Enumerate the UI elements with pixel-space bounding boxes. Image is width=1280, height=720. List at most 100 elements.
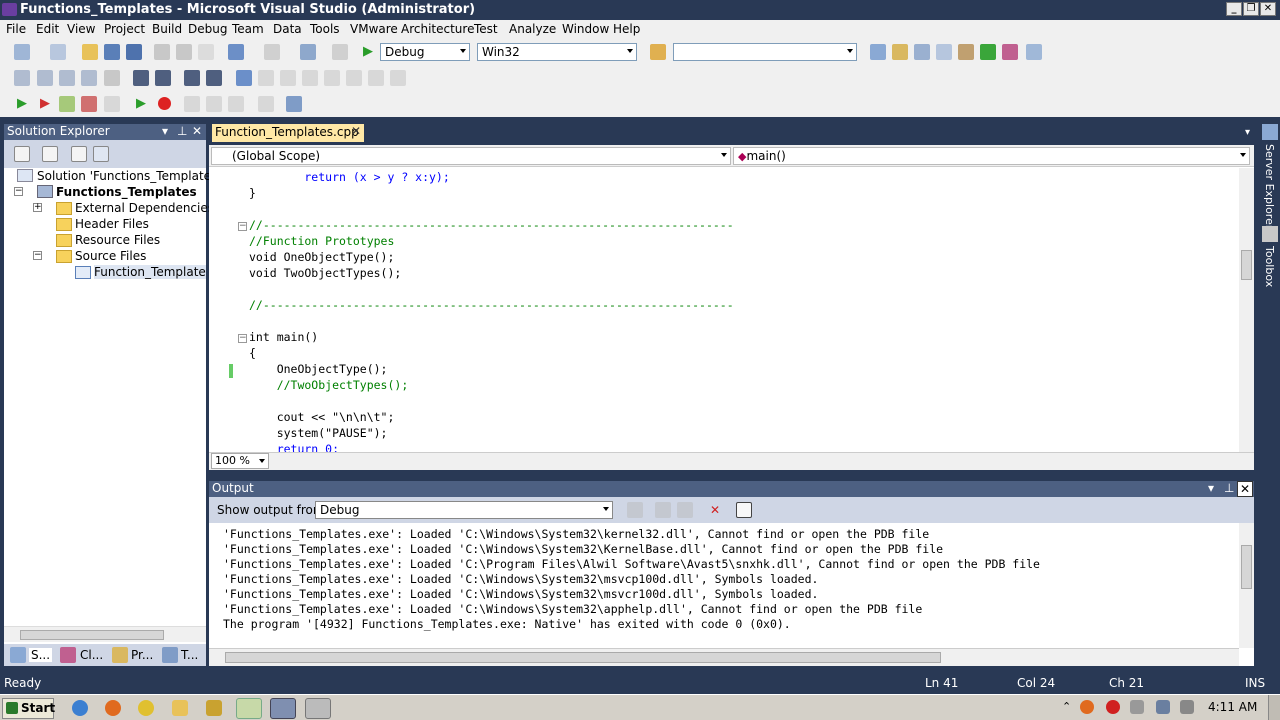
scrollbar-thumb[interactable]	[225, 652, 941, 663]
next-bookmark-icon[interactable]	[280, 70, 296, 86]
close-tab-icon[interactable]: ✕	[351, 124, 361, 138]
increase-indent-icon[interactable]	[155, 70, 171, 86]
auto-hide-pin-icon[interactable]: ⊥	[177, 124, 187, 138]
quick-info-icon[interactable]	[59, 70, 75, 86]
cut-icon[interactable]	[154, 44, 170, 60]
tray-avast-icon[interactable]	[1080, 700, 1094, 714]
menu-test[interactable]: Test	[474, 22, 498, 36]
tray-app-icon[interactable]	[1130, 700, 1144, 714]
breakpoint-icon[interactable]	[158, 97, 171, 110]
editor-vertical-scrollbar[interactable]	[1239, 168, 1254, 452]
complete-word-icon[interactable]	[104, 70, 120, 86]
save-icon[interactable]	[104, 44, 120, 60]
undo-icon[interactable]	[228, 44, 244, 60]
menu-vmware[interactable]: VMware	[350, 22, 398, 36]
hex-display-icon[interactable]	[258, 96, 274, 112]
firefox-icon[interactable]	[105, 700, 121, 716]
class-diagram-icon[interactable]	[93, 146, 109, 162]
open-file-icon[interactable]	[82, 44, 98, 60]
object-browser-icon[interactable]	[914, 44, 930, 60]
outline-toggle[interactable]: −	[238, 222, 247, 231]
taskbar-app-button[interactable]	[305, 698, 331, 719]
solution-explorer-icon[interactable]	[870, 44, 886, 60]
window-position-icon[interactable]: ▾	[162, 124, 168, 138]
tab-class-view[interactable]: Cl...	[80, 648, 103, 662]
properties-icon[interactable]	[14, 146, 30, 162]
volume-icon[interactable]	[1180, 700, 1194, 714]
uncomment-lines-icon[interactable]	[206, 70, 222, 86]
add-item-icon[interactable]	[50, 44, 66, 60]
auto-hide-pin-icon[interactable]: ⊥	[1224, 481, 1234, 495]
continue-icon[interactable]: ▶	[133, 96, 149, 112]
app-icon[interactable]	[206, 700, 222, 716]
scrollbar-thumb[interactable]	[1241, 250, 1252, 280]
class-view-icon[interactable]	[1002, 44, 1018, 60]
breakpoints-window-icon[interactable]	[286, 96, 302, 112]
command-window-icon[interactable]	[1026, 44, 1042, 60]
copy-icon[interactable]	[176, 44, 192, 60]
menu-debug[interactable]: Debug	[188, 22, 227, 36]
scrollbar-thumb[interactable]	[1241, 545, 1252, 589]
start-debugging-icon[interactable]: ▶	[360, 44, 376, 60]
tray-expand-icon[interactable]: ⌃	[1062, 700, 1071, 713]
menu-window[interactable]: Window	[562, 22, 609, 36]
close-window-button[interactable]: ✕	[1260, 2, 1276, 16]
close-panel-icon[interactable]: ✕	[192, 124, 202, 138]
collapse-source-files-toggle[interactable]: −	[33, 251, 42, 260]
display-object-member-list-icon[interactable]	[14, 70, 30, 86]
tree-header-files[interactable]: Header Files	[75, 217, 149, 231]
show-all-files-icon[interactable]	[42, 146, 58, 162]
menu-data[interactable]: Data	[273, 22, 302, 36]
tree-resource-files[interactable]: Resource Files	[75, 233, 160, 247]
active-files-dropdown-icon[interactable]: ▾	[1245, 127, 1250, 138]
menu-tools[interactable]: Tools	[310, 22, 340, 36]
start-icon[interactable]: ▶	[14, 96, 30, 112]
tab-toolbox[interactable]: Toolbox	[1263, 246, 1276, 287]
tray-app-icon[interactable]	[1106, 700, 1120, 714]
start-page-icon[interactable]	[980, 44, 996, 60]
code-area[interactable]: − − return (x > y ? x:y); } //----------…	[209, 168, 1239, 452]
step-into-icon[interactable]	[184, 96, 200, 112]
save-all-icon[interactable]	[126, 44, 142, 60]
decrease-indent-icon[interactable]	[133, 70, 149, 86]
new-project-icon[interactable]	[14, 44, 30, 60]
tree-project[interactable]: Functions_Templates	[56, 185, 197, 199]
minimize-button[interactable]: _	[1226, 2, 1242, 16]
menu-edit[interactable]: Edit	[36, 22, 59, 36]
menu-architecture[interactable]: Architecture	[401, 22, 474, 36]
zoom-dropdown[interactable]: 100 %	[211, 453, 269, 469]
attach-process-icon[interactable]	[59, 96, 75, 112]
menu-file[interactable]: File	[6, 22, 26, 36]
expand-external-dependencies-toggle[interactable]: +	[33, 203, 42, 212]
solution-config-dropdown[interactable]: Debug	[380, 43, 470, 61]
taskbar-app-button[interactable]	[236, 698, 262, 719]
horizontal-scrollbar[interactable]	[4, 626, 206, 642]
chrome-icon[interactable]	[138, 700, 154, 716]
refresh-icon[interactable]	[71, 146, 87, 162]
parameter-info-icon[interactable]	[37, 70, 53, 86]
window-position-icon[interactable]: ▾	[1208, 481, 1214, 495]
start-button[interactable]: Start	[2, 698, 55, 719]
step-over-icon[interactable]	[206, 96, 222, 112]
redo-icon[interactable]	[264, 44, 280, 60]
menu-project[interactable]: Project	[104, 22, 145, 36]
menu-team[interactable]: Team	[232, 22, 264, 36]
navigate-forward-icon[interactable]	[332, 44, 348, 60]
tab-team-explorer[interactable]: T...	[181, 648, 198, 662]
collapse-project-toggle[interactable]: −	[14, 187, 23, 196]
document-tab[interactable]: Function_Templates.cpp ✕	[212, 124, 364, 142]
clear-all-icon[interactable]: ✕	[707, 502, 723, 518]
clear-bookmarks-icon[interactable]	[390, 70, 406, 86]
toggle-bookmark-icon[interactable]	[236, 70, 252, 86]
outline-toggle[interactable]: −	[238, 334, 247, 343]
comment-lines-icon[interactable]	[184, 70, 200, 86]
show-desktop-button[interactable]	[1268, 695, 1280, 720]
explorer-icon[interactable]	[172, 700, 188, 716]
tab-solution-explorer[interactable]: S...	[29, 648, 53, 662]
visual-studio-taskbar-button[interactable]	[270, 698, 296, 719]
detach-icon[interactable]	[81, 96, 97, 112]
menu-analyze[interactable]: Analyze	[509, 22, 556, 36]
scope-dropdown[interactable]: (Global Scope)	[211, 147, 731, 165]
toolbox-icon[interactable]	[936, 44, 952, 60]
previous-bookmark-folder-icon[interactable]	[302, 70, 318, 86]
